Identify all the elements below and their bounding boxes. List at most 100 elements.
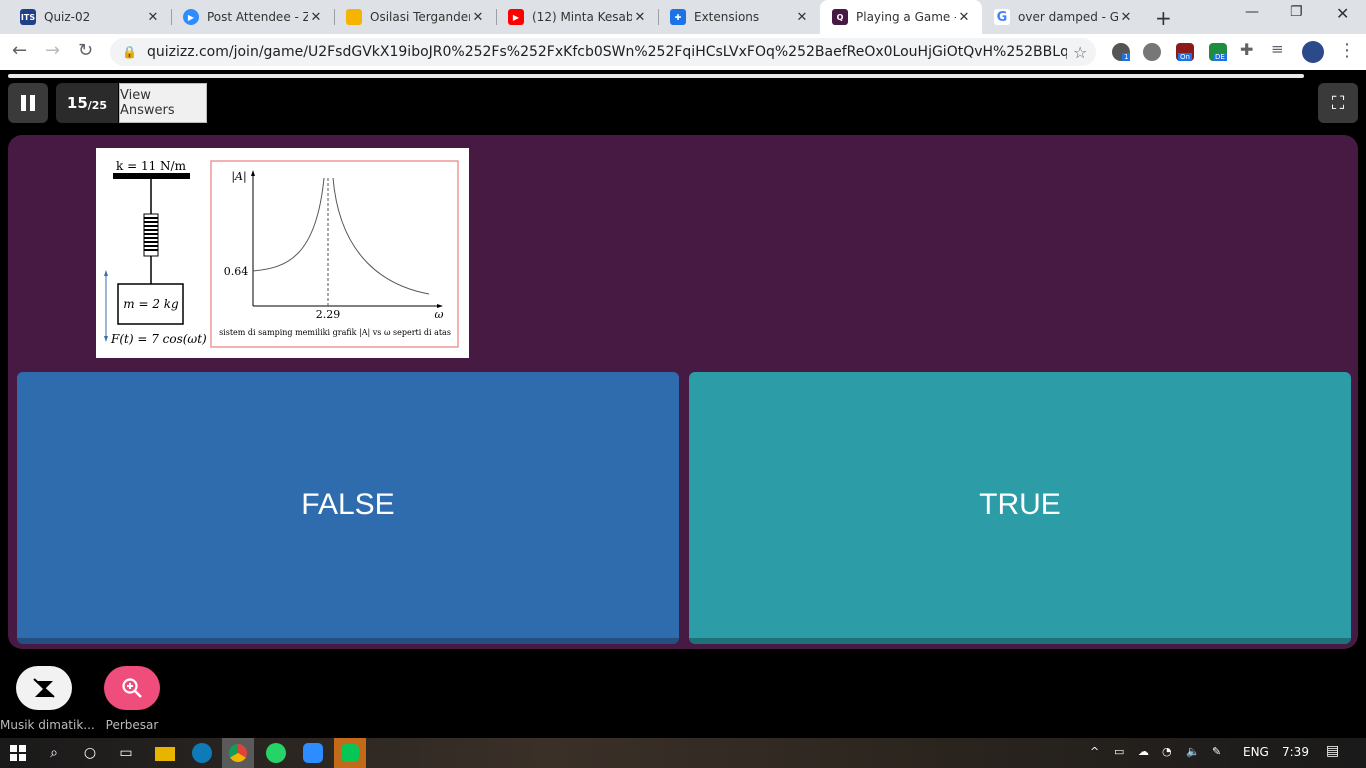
tab-title: Osilasi Tergandeng — [370, 10, 470, 24]
mass-label: m = 2 kg — [123, 297, 179, 311]
pause-icon — [21, 95, 26, 111]
tab-title: over damped - Google Search — [1018, 10, 1118, 24]
close-icon[interactable]: ✕ — [145, 10, 161, 25]
chrome-icon — [229, 744, 247, 762]
quizizz-game: 15/25 View Answers ⛶ k = 11 N/m m = 2 kg… — [0, 70, 1366, 768]
minimize-icon[interactable]: — — [1245, 4, 1259, 20]
music-off-icon[interactable] — [16, 666, 72, 710]
slides-icon — [346, 9, 362, 25]
tab-google-search[interactable]: G over damped - Google Search ✕ — [982, 0, 1144, 34]
zoom-app-icon[interactable] — [303, 743, 323, 763]
zoom-toggle[interactable]: Perbesar — [96, 666, 168, 732]
close-icon[interactable]: ✕ — [308, 10, 324, 25]
menu-icon[interactable]: ⋮ — [1338, 40, 1356, 61]
profile-avatar[interactable] — [1302, 41, 1324, 63]
its-icon: ITS — [20, 9, 36, 25]
extension-on-icon[interactable]: On — [1176, 43, 1194, 61]
battery-icon[interactable]: ▭ — [1114, 745, 1124, 758]
lock-icon: 🔒 — [122, 45, 137, 59]
tab-title: Quiz-02 — [44, 10, 91, 24]
spring — [143, 213, 159, 257]
line-taskbar-button[interactable] — [334, 738, 366, 768]
tab-title: Playing a Game - Quizizz — [856, 10, 956, 24]
bookmark-star-icon[interactable]: ☆ — [1073, 43, 1087, 62]
media-control-icon[interactable]: ≡ — [1271, 40, 1284, 58]
notifications-icon[interactable]: ▤ — [1326, 743, 1339, 759]
youtube-icon: ▶ — [508, 9, 524, 25]
zoom-in-icon[interactable] — [104, 666, 160, 710]
force-label: F(t) = 7 cos(ωt) — [110, 332, 207, 346]
puzzle-icon: ✚ — [670, 9, 686, 25]
cortana-icon[interactable]: ○ — [80, 743, 100, 763]
y-axis-label: |A| — [231, 170, 246, 184]
task-view-icon[interactable]: ▭ — [116, 743, 136, 763]
pause-button[interactable] — [8, 83, 48, 123]
line-icon — [341, 744, 359, 762]
close-icon[interactable]: ✕ — [470, 10, 486, 25]
window-close-icon[interactable]: ✕ — [1336, 4, 1349, 23]
quizizz-icon: Q — [832, 9, 848, 25]
zoom-label: Perbesar — [105, 718, 159, 732]
tab-zoom[interactable]: ▶ Post Attendee - Zoom ✕ — [171, 0, 334, 34]
search-icon[interactable]: ⌕ — [44, 743, 64, 763]
whatsapp-icon[interactable] — [266, 743, 286, 763]
address-bar[interactable]: 🔒 quizizz.com/join/game/U2FsdGVkX19iboJR… — [110, 38, 1096, 66]
graph-caption: sistem di samping memiliki grafik |A| vs… — [219, 328, 451, 337]
zoom-icon: ▶ — [183, 9, 199, 25]
y-tick-label: 0.64 — [224, 265, 249, 278]
chrome-taskbar-button[interactable] — [222, 738, 254, 768]
onedrive-icon[interactable]: ☁ — [1138, 745, 1149, 758]
volume-icon[interactable]: 🔈 — [1186, 745, 1200, 758]
fullscreen-icon[interactable]: ⛶ — [1318, 83, 1358, 123]
new-tab-button[interactable]: + — [1155, 6, 1172, 30]
tab-youtube[interactable]: ▶ (12) Minta Kesabaran ✕ — [496, 0, 658, 34]
clock[interactable]: 7:39 — [1282, 745, 1309, 759]
extension-badge: DE — [1213, 53, 1227, 61]
browser-toolbar: ← → ↻ 🔒 quizizz.com/join/game/U2FsdGVkX1… — [0, 34, 1366, 71]
view-answers-button[interactable]: View Answers — [119, 83, 207, 123]
tab-extensions[interactable]: ✚ Extensions ✕ — [658, 0, 820, 34]
tab-title: Post Attendee - Zoom — [207, 10, 308, 24]
ceiling — [113, 173, 190, 179]
tab-title: (12) Minta Kesabaran — [532, 10, 632, 24]
windows-taskbar: ⌕ ○ ▭ ^ ▭ ☁ ◔ 🔈 ✎ ENG 7:39 ▤ — [0, 738, 1366, 768]
close-icon[interactable]: ✕ — [1118, 10, 1134, 25]
url-text: quizizz.com/join/game/U2FsdGVkX19iboJR0%… — [146, 44, 1067, 60]
tab-quizizz[interactable]: Q Playing a Game - Quizizz ✕ — [820, 0, 982, 34]
extension-de-icon[interactable]: DE — [1209, 43, 1227, 61]
language-indicator[interactable]: ENG — [1243, 745, 1269, 759]
extension-badge: On — [1178, 53, 1192, 61]
pen-icon[interactable]: ✎ — [1212, 745, 1221, 758]
close-icon[interactable]: ✕ — [794, 10, 810, 25]
tab-strip: ITS Quiz-02 ✕ ▶ Post Attendee - Zoom ✕ O… — [0, 0, 1366, 34]
question-total: /25 — [87, 98, 108, 112]
extension-badge: 1 — [1122, 53, 1131, 61]
spring-constant-label: k = 11 N/m — [116, 159, 187, 173]
tab-quiz-02[interactable]: ITS Quiz-02 ✕ — [8, 0, 171, 34]
music-toggle[interactable]: Musik dimatik... — [0, 666, 95, 732]
extension-chat-icon[interactable] — [1143, 43, 1161, 61]
music-label: Musik dimatik... — [0, 718, 95, 732]
tab-title: Extensions — [694, 10, 760, 24]
google-icon: G — [994, 9, 1010, 25]
x-axis-label: ω — [435, 308, 444, 321]
extension-eye-icon[interactable]: 1 — [1112, 43, 1131, 61]
tray-chevron-icon[interactable]: ^ — [1090, 745, 1099, 758]
progress-line — [8, 74, 1304, 78]
option-true-button[interactable]: TRUE — [689, 372, 1351, 644]
back-icon[interactable]: ← — [12, 40, 27, 61]
file-explorer-icon[interactable] — [155, 747, 175, 761]
close-icon[interactable]: ✕ — [632, 10, 648, 25]
x-tick-label: 2.29 — [316, 308, 341, 321]
question-counter: 15/25 — [56, 83, 118, 123]
option-false-button[interactable]: FALSE — [17, 372, 679, 644]
wifi-icon[interactable]: ◔ — [1162, 745, 1172, 758]
restore-icon[interactable]: ❐ — [1290, 4, 1303, 20]
extensions-puzzle-icon[interactable]: ✚ — [1240, 40, 1253, 59]
start-icon[interactable] — [8, 743, 28, 763]
close-icon[interactable]: ✕ — [956, 10, 972, 25]
reload-icon[interactable]: ↻ — [78, 40, 93, 61]
forward-icon[interactable]: → — [45, 40, 60, 61]
tab-osilasi[interactable]: Osilasi Tergandeng ✕ — [334, 0, 496, 34]
edge-icon[interactable] — [192, 743, 212, 763]
